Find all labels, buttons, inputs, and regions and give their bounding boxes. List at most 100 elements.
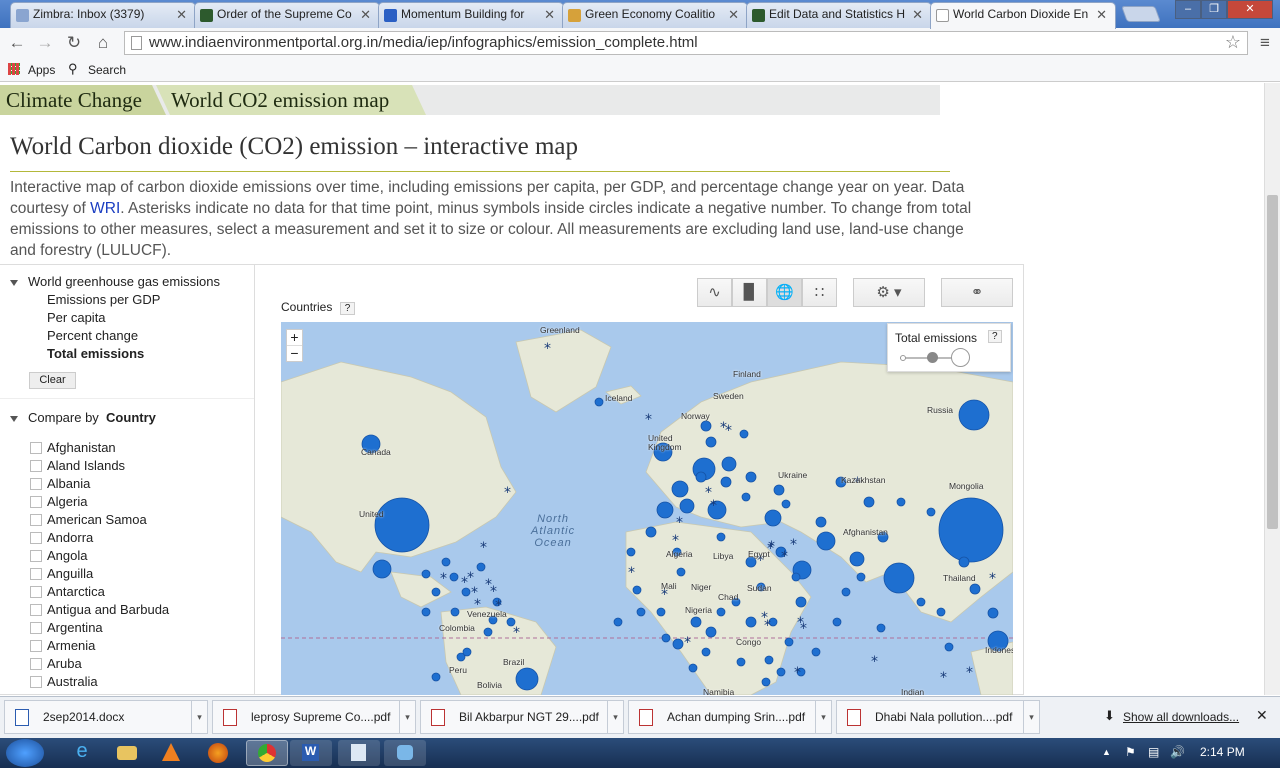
reload-icon[interactable]: ↻ <box>63 32 85 54</box>
measure-option[interactable]: Percent change <box>47 328 138 343</box>
country-bubble[interactable] <box>849 551 865 567</box>
download-menu-icon[interactable]: ▾ <box>191 701 207 733</box>
forward-icon[interactable]: → <box>34 32 56 54</box>
country-bubble[interactable] <box>449 572 459 582</box>
country-row[interactable]: Australia <box>30 674 98 690</box>
country-bubble[interactable] <box>969 583 981 595</box>
minimize-button[interactable]: – <box>1175 0 1201 19</box>
country-checkbox[interactable] <box>30 622 42 634</box>
country-bubble[interactable] <box>832 617 842 627</box>
zoom-in-button[interactable]: + <box>287 330 302 346</box>
country-bubble[interactable] <box>632 585 642 595</box>
tab-3[interactable]: Momentum Building for ✕ <box>378 2 564 28</box>
country-bubble[interactable] <box>679 498 695 514</box>
breadcrumb-climate-change[interactable]: Climate Change <box>0 85 166 115</box>
country-bubble[interactable] <box>431 587 441 597</box>
country-row[interactable]: Anguilla <box>30 566 93 582</box>
explorer-icon[interactable] <box>117 746 137 760</box>
country-row[interactable]: Argentina <box>30 620 103 636</box>
tab-close-icon[interactable]: ✕ <box>728 7 739 23</box>
country-checkbox[interactable] <box>30 460 42 472</box>
country-row[interactable]: American Samoa <box>30 512 147 528</box>
country-checkbox[interactable] <box>30 496 42 508</box>
back-icon[interactable]: ← <box>6 32 28 54</box>
country-bubble[interactable] <box>958 399 990 431</box>
country-row[interactable]: Algeria <box>30 494 87 510</box>
country-bubble[interactable] <box>856 572 866 582</box>
help-icon[interactable]: ? <box>339 302 356 315</box>
tab-6[interactable]: World Carbon Dioxide En ✕ <box>930 2 1116 29</box>
country-row[interactable]: Albania <box>30 476 90 492</box>
chrome-taskbar-button[interactable] <box>246 740 288 766</box>
country-bubble[interactable] <box>745 616 757 628</box>
country-bubble[interactable] <box>944 642 954 652</box>
country-bubble[interactable] <box>721 456 737 472</box>
close-downloads-icon[interactable]: ✕ <box>1256 707 1268 724</box>
scatter-chart-icon[interactable]: ∷ <box>802 278 837 307</box>
country-bubble[interactable] <box>811 647 821 657</box>
ie-icon[interactable]: e <box>62 740 102 766</box>
country-bubble[interactable] <box>688 663 698 673</box>
tab-close-icon[interactable]: ✕ <box>176 7 187 23</box>
show-all-downloads-link[interactable]: Show all downloads... <box>1123 710 1239 724</box>
country-checkbox[interactable] <box>30 640 42 652</box>
country-bubble[interactable] <box>776 667 786 677</box>
country-bubble[interactable] <box>594 397 604 407</box>
country-bubble[interactable] <box>841 587 851 597</box>
search-bookmark[interactable]: Search <box>88 63 126 77</box>
country-checkbox[interactable] <box>30 550 42 562</box>
country-bubble[interactable] <box>626 547 636 557</box>
start-button[interactable] <box>6 739 44 767</box>
tab-4[interactable]: Green Economy Coalitio ✕ <box>562 2 748 28</box>
country-bubble[interactable] <box>716 532 726 542</box>
notepad-taskbar-button[interactable] <box>338 740 380 766</box>
country-bubble[interactable] <box>676 567 686 577</box>
country-bubble[interactable] <box>745 471 757 483</box>
world-map[interactable]: * * * * * * * * * * * * * * * * * * * * * * * * * * * * * * * * * * * * * Gr… <box>281 322 1013 695</box>
word-taskbar-button[interactable]: W <box>290 740 332 766</box>
tab-close-icon[interactable]: ✕ <box>912 7 923 23</box>
settings-icon[interactable]: ⚙ ▾ <box>853 278 925 307</box>
tab-close-icon[interactable]: ✕ <box>1096 7 1107 23</box>
country-bubble[interactable] <box>462 647 472 657</box>
country-bubble[interactable] <box>741 492 751 502</box>
download-item[interactable]: 2sep2014.docx ▾ <box>4 700 208 734</box>
country-bubble[interactable] <box>791 572 801 582</box>
download-menu-icon[interactable]: ▾ <box>815 701 831 733</box>
country-checkbox[interactable] <box>30 658 42 670</box>
flag-icon[interactable]: ⚑ <box>1125 745 1136 759</box>
country-bubble[interactable] <box>671 480 689 498</box>
country-bubble[interactable] <box>705 626 717 638</box>
scrollbar[interactable] <box>1264 83 1280 695</box>
download-item[interactable]: Achan dumping Srin....pdf ▾ <box>628 700 832 734</box>
country-bubble[interactable] <box>421 607 431 617</box>
measure-group[interactable]: World greenhouse gas emissions <box>10 274 220 289</box>
volume-icon[interactable]: 🔊 <box>1170 745 1185 759</box>
country-bubble[interactable] <box>916 597 926 607</box>
country-bubble[interactable] <box>987 607 999 619</box>
country-bubble[interactable] <box>938 497 1004 563</box>
tab-5[interactable]: Edit Data and Statistics H ✕ <box>746 2 932 28</box>
country-checkbox[interactable] <box>30 478 42 490</box>
country-checkbox[interactable] <box>30 442 42 454</box>
country-bubble[interactable] <box>736 657 746 667</box>
country-bubble[interactable] <box>716 607 726 617</box>
country-checkbox[interactable] <box>30 514 42 526</box>
tray-expand-icon[interactable]: ▲ <box>1102 747 1111 757</box>
country-bubble[interactable] <box>795 596 807 608</box>
country-row[interactable]: Antigua and Barbuda <box>30 602 169 618</box>
country-bubble[interactable] <box>695 471 707 483</box>
country-bubble[interactable] <box>773 484 785 496</box>
country-checkbox[interactable] <box>30 586 42 598</box>
country-bubble[interactable] <box>781 499 791 509</box>
geo-chart-icon[interactable]: 🌐 <box>767 278 802 307</box>
compare-by[interactable]: Compare by Country <box>10 410 156 425</box>
country-bubble[interactable] <box>636 607 646 617</box>
country-bubble[interactable] <box>876 623 886 633</box>
country-checkbox[interactable] <box>30 604 42 616</box>
star-icon[interactable]: ☆ <box>1225 32 1241 53</box>
country-bubble[interactable] <box>645 526 657 538</box>
country-bubble[interactable] <box>761 677 771 687</box>
breadcrumb-co2-map[interactable]: World CO2 emission map <box>156 85 426 115</box>
country-checkbox[interactable] <box>30 532 42 544</box>
